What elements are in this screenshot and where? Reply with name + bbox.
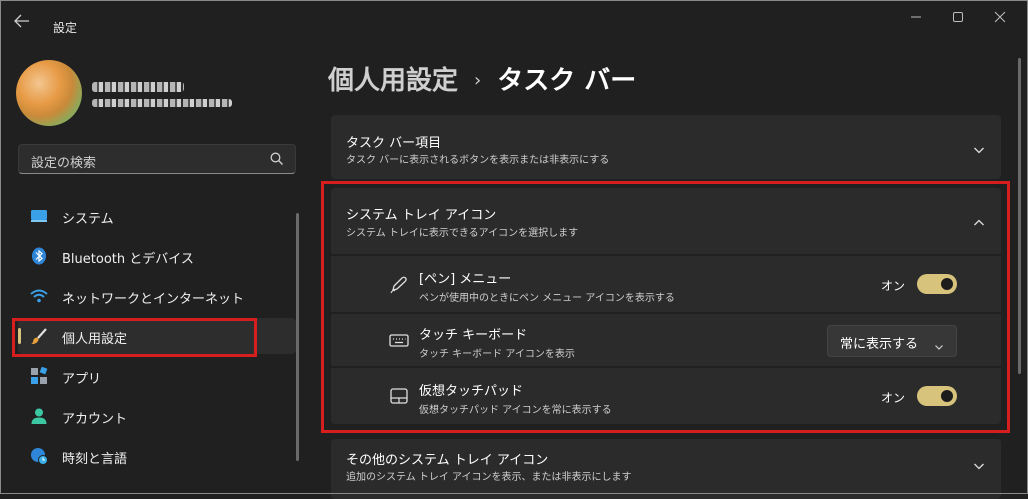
breadcrumb-parent[interactable]: 個人用設定 <box>328 66 458 96</box>
toggle-state-label: オン <box>880 391 905 405</box>
toggle-knob <box>941 390 953 402</box>
selection-indicator <box>18 328 21 344</box>
breadcrumb-separator: › <box>474 70 482 91</box>
system-tray-icons-section[interactable]: システム トレイ アイコン システム トレイに表示できるアイコンを選択します <box>331 188 1001 254</box>
system-icon <box>30 207 48 225</box>
wifi-icon <box>30 287 48 305</box>
chevron-up-icon[interactable] <box>973 214 985 226</box>
close-icon[interactable] <box>986 8 1014 30</box>
account-icon <box>30 407 48 425</box>
chevron-down-icon <box>934 337 944 350</box>
avatar[interactable] <box>16 60 82 126</box>
sidebar-item-label: アプリ <box>62 372 102 387</box>
bluetooth-icon <box>30 247 48 265</box>
sidebar-item-personalization[interactable]: 個人用設定 <box>18 318 296 354</box>
search-placeholder: 設定の検索 <box>31 156 97 171</box>
page-title: タスク バー <box>497 66 637 96</box>
toggle-knob <box>941 278 953 290</box>
search-input[interactable]: 設定の検索 <box>18 144 296 174</box>
sidebar-item-apps[interactable]: アプリ <box>18 358 296 394</box>
keyboard-icon <box>389 330 409 350</box>
touch-keyboard-row: タッチ キーボード タッチ キーボード アイコンを表示 常に表示する <box>331 314 1001 366</box>
sidebar-item-time-language[interactable]: 時刻と言語 <box>18 438 296 474</box>
touch-keyboard-title: タッチ キーボード <box>419 328 528 343</box>
section-description: 追加のシステム トレイ アイコンを表示、または非表示にします <box>346 472 632 483</box>
taskbar-items-section[interactable]: タスク バー項目 タスク バーに表示されるボタンを表示または非表示にする <box>331 115 1001 179</box>
pen-menu-toggle[interactable] <box>917 274 957 294</box>
app-title: 設定 <box>53 21 78 35</box>
sidebar-item-label: 個人用設定 <box>62 332 128 347</box>
pen-menu-row: [ペン] メニュー ペンが使用中のときにペン メニュー アイコンを表示する オン <box>331 256 1001 312</box>
section-title: システム トレイ アイコン <box>346 208 497 223</box>
sidebar-item-network[interactable]: ネットワークとインターネット <box>18 278 296 314</box>
sidebar-item-label: ネットワークとインターネット <box>62 292 245 307</box>
section-title: その他のシステム トレイ アイコン <box>346 453 549 468</box>
time-language-icon <box>30 447 48 465</box>
sidebar-scrollbar[interactable] <box>296 213 299 461</box>
virtual-touchpad-title: 仮想タッチパッド <box>419 384 524 399</box>
pen-icon <box>389 274 409 294</box>
maximize-icon[interactable] <box>944 8 972 30</box>
dropdown-value: 常に表示する <box>840 337 919 352</box>
paint-brush-icon <box>30 327 48 345</box>
pen-menu-title: [ペン] メニュー <box>419 272 512 287</box>
back-arrow-icon[interactable] <box>14 14 32 28</box>
sidebar-item-account[interactable]: アカウント <box>18 398 296 434</box>
section-description: タスク バーに表示されるボタンを表示または非表示にする <box>346 155 610 166</box>
user-email <box>92 99 232 107</box>
main-scrollbar[interactable] <box>1018 58 1021 374</box>
sidebar-item-label: アカウント <box>62 412 128 427</box>
breadcrumb: 個人用設定 › タスク バー <box>328 60 636 97</box>
search-icon[interactable] <box>269 151 285 167</box>
other-tray-icons-section[interactable]: その他のシステム トレイ アイコン 追加のシステム トレイ アイコンを表示、また… <box>331 439 1001 499</box>
virtual-touchpad-description: 仮想タッチパッド アイコンを常に表示する <box>419 405 612 416</box>
touchpad-icon <box>389 386 409 406</box>
section-description: システム トレイに表示できるアイコンを選択します <box>346 228 579 239</box>
sidebar-item-bluetooth[interactable]: Bluetooth とデバイス <box>18 238 296 274</box>
chevron-down-icon[interactable] <box>973 141 985 154</box>
touch-keyboard-dropdown[interactable]: 常に表示する <box>827 325 957 357</box>
sidebar-item-label: 時刻と言語 <box>62 452 128 467</box>
sidebar-item-system[interactable]: システム <box>18 198 296 234</box>
minimize-icon[interactable] <box>902 8 930 30</box>
sidebar-item-label: システム <box>62 212 114 227</box>
virtual-touchpad-toggle[interactable] <box>917 386 957 406</box>
virtual-touchpad-row: 仮想タッチパッド 仮想タッチパッド アイコンを常に表示する オン <box>331 368 1001 424</box>
section-title: タスク バー項目 <box>346 136 442 151</box>
sidebar-item-label: Bluetooth とデバイス <box>62 252 194 267</box>
user-name <box>92 82 184 92</box>
title-bar: 設定 <box>0 0 1028 40</box>
toggle-state-label: オン <box>880 279 905 293</box>
apps-icon <box>30 366 48 385</box>
touch-keyboard-description: タッチ キーボード アイコンを表示 <box>419 349 575 360</box>
pen-menu-description: ペンが使用中のときにペン メニュー アイコンを表示する <box>419 293 675 304</box>
chevron-down-icon[interactable] <box>973 457 985 470</box>
